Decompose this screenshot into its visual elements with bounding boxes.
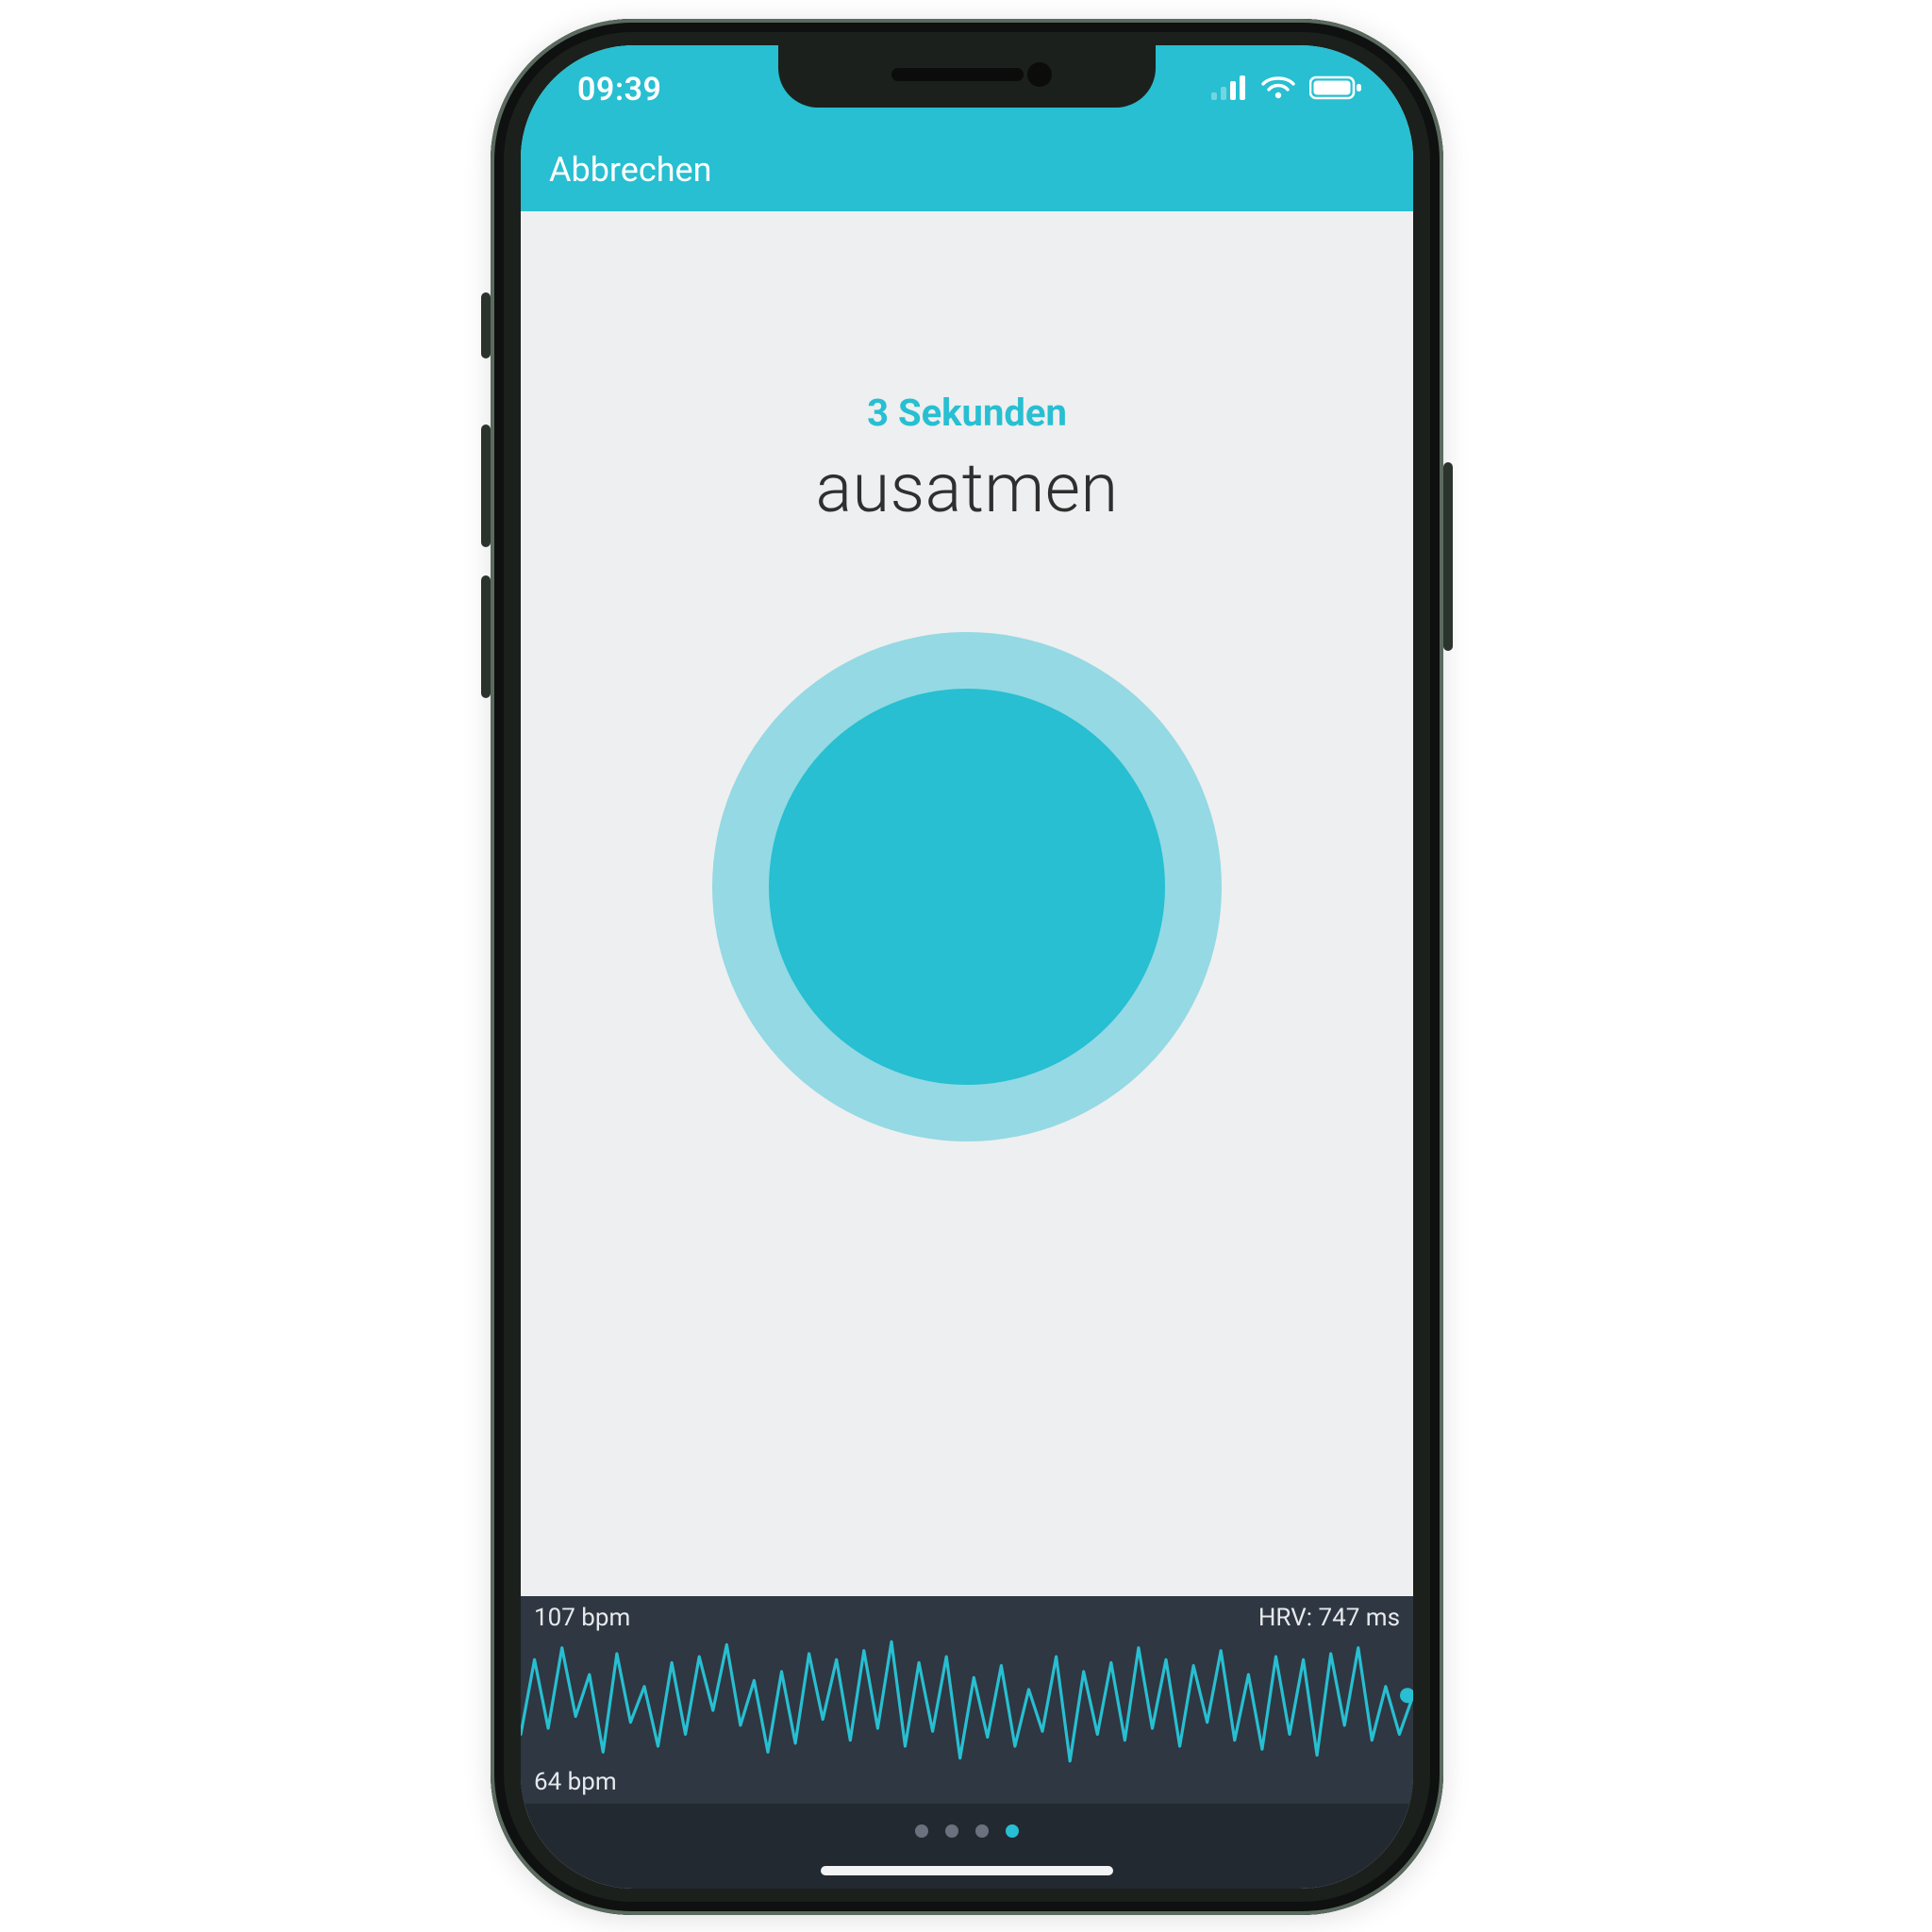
mute-switch: [481, 292, 491, 358]
volume-down-button: [481, 575, 491, 698]
nav-bar: Abbrechen: [521, 128, 1413, 211]
notch: [778, 45, 1156, 108]
heart-rate-line: [521, 1596, 1413, 1804]
status-time: 09:39: [577, 71, 661, 108]
volume-up-button: [481, 425, 491, 547]
breath-instruction: ausatmen: [815, 448, 1118, 528]
page-dot[interactable]: [945, 1824, 958, 1838]
page-dots[interactable]: [521, 1817, 1413, 1845]
wifi-icon: [1260, 71, 1296, 108]
home-indicator: [821, 1866, 1113, 1875]
content-area: 3 Sekunden ausatmen: [521, 211, 1413, 1596]
phone-frame: 09:39 Abbrechen 3 Sekunden: [491, 19, 1443, 1915]
battery-icon: [1309, 71, 1362, 108]
screen: 09:39 Abbrechen 3 Sekunden: [521, 45, 1413, 1889]
page-dot[interactable]: [1006, 1824, 1019, 1838]
timer-label: 3 Sekunden: [867, 391, 1067, 435]
cancel-button[interactable]: Abbrechen: [549, 150, 712, 190]
breath-circle-core: [769, 689, 1165, 1085]
bottom-panel: 107 bpm HRV: 747 ms 64 bpm: [521, 1596, 1413, 1889]
page-dot[interactable]: [915, 1824, 928, 1838]
power-button: [1443, 462, 1453, 651]
heart-rate-chart: 107 bpm HRV: 747 ms 64 bpm: [521, 1596, 1413, 1804]
breath-circle: [712, 632, 1222, 1141]
cellular-icon: [1211, 71, 1247, 108]
page-dot[interactable]: [975, 1824, 989, 1838]
